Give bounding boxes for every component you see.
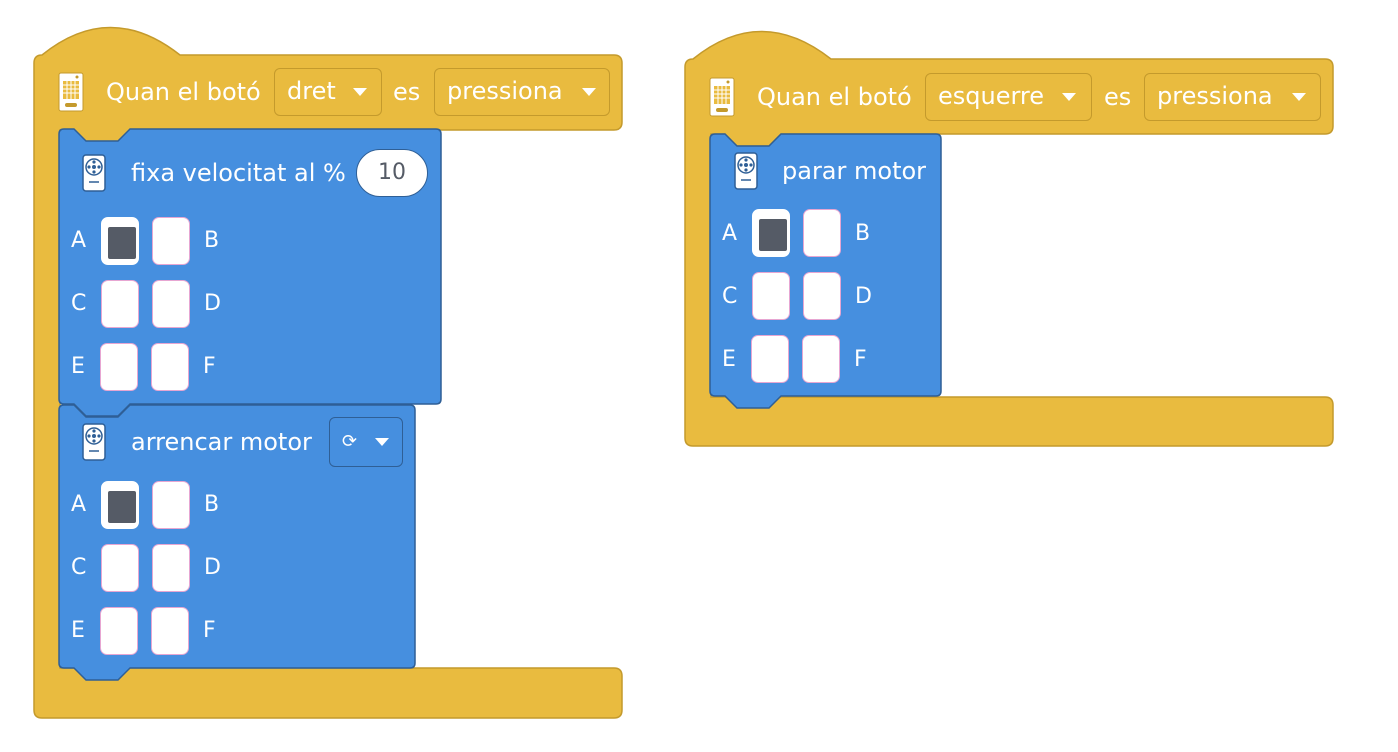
port-label-f: F [854, 347, 867, 372]
script-button-left[interactable]: Quan el botó esquerre es pressiona parar… [0, 0, 1398, 460]
port-label-c: C [71, 555, 87, 580]
port-f-toggle[interactable] [802, 335, 840, 383]
port-c-toggle[interactable] [101, 544, 139, 592]
port-a-toggle[interactable] [752, 209, 790, 257]
port-label-c: C [722, 284, 738, 309]
port-label-f: F [203, 618, 216, 643]
port-label-b: B [204, 492, 220, 517]
port-e-toggle[interactable] [100, 607, 138, 655]
button-dropdown[interactable]: esquerre [925, 73, 1092, 121]
port-label-d: D [855, 284, 872, 309]
motor-icon [734, 152, 758, 190]
port-label-b: B [855, 221, 871, 246]
port-label-d: D [204, 555, 221, 580]
button-dropdown-value: esquerre [938, 82, 1045, 110]
chevron-down-icon [1292, 93, 1306, 101]
port-b-toggle[interactable] [152, 481, 190, 529]
port-selected-indicator [759, 219, 787, 251]
hat-label-prefix: Quan el botó [757, 83, 912, 111]
stop-motor-label: parar motor [782, 157, 927, 185]
hat-label-mid: es [1104, 83, 1132, 111]
brick-hub-icon [709, 77, 735, 117]
chevron-down-icon [1062, 93, 1076, 101]
port-f-toggle[interactable] [151, 607, 189, 655]
port-label-a: A [722, 221, 738, 246]
port-label-e: E [71, 618, 85, 643]
port-e-toggle[interactable] [751, 335, 789, 383]
event-block-shape[interactable] [0, 0, 1398, 460]
port-label-e: E [722, 347, 736, 372]
port-a-toggle[interactable] [101, 481, 139, 529]
port-c-toggle[interactable] [752, 272, 790, 320]
action-dropdown[interactable]: pressiona [1144, 73, 1321, 121]
port-selected-indicator [108, 491, 136, 523]
port-b-toggle[interactable] [803, 209, 841, 257]
port-label-a: A [71, 492, 87, 517]
action-dropdown-value: pressiona [1157, 82, 1273, 110]
port-d-toggle[interactable] [803, 272, 841, 320]
port-d-toggle[interactable] [152, 544, 190, 592]
